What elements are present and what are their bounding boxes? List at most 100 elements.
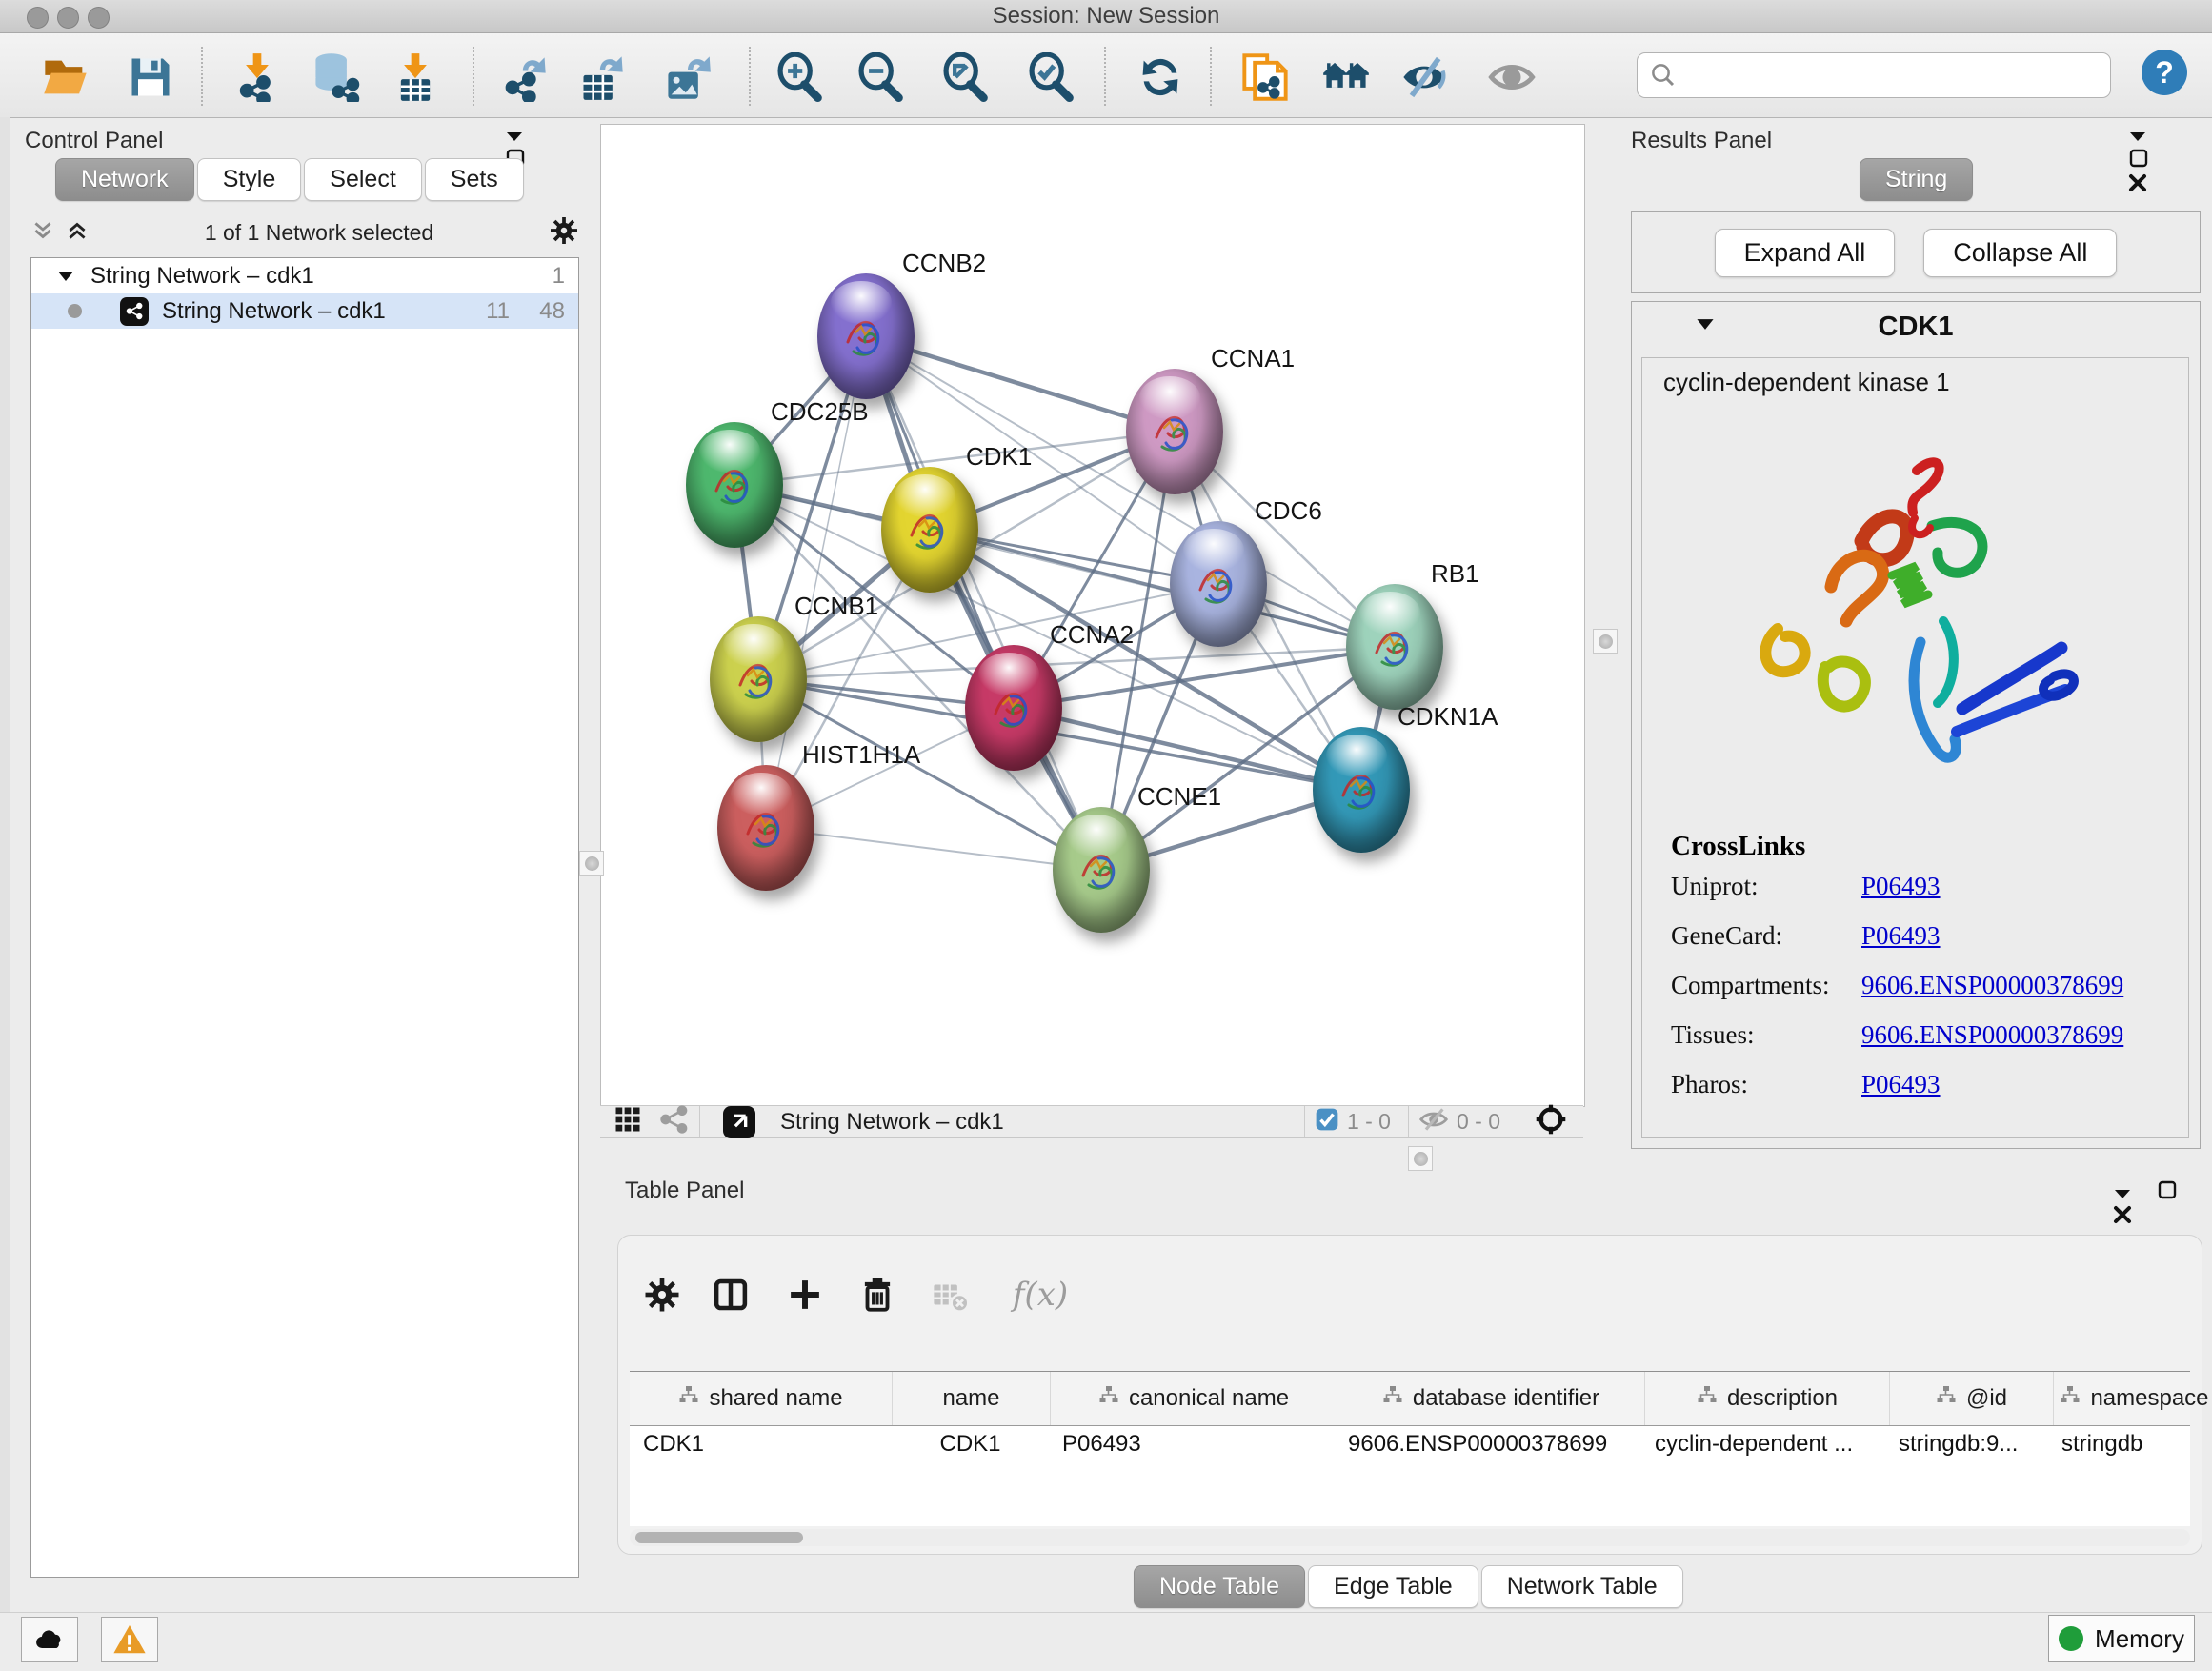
east-splitter-handle[interactable] xyxy=(1593,629,1618,654)
collapse-all-tree-icon[interactable] xyxy=(30,218,55,248)
expand-all-tree-icon[interactable] xyxy=(65,218,90,248)
delete-column-icon[interactable] xyxy=(853,1270,902,1319)
tab-network-table[interactable]: Network Table xyxy=(1481,1565,1683,1608)
network-share-icon[interactable] xyxy=(659,1104,690,1139)
open-file-icon[interactable] xyxy=(39,50,92,104)
birds-eye-grid-icon[interactable] xyxy=(613,1105,642,1138)
panel-menu-icon[interactable] xyxy=(2128,130,2147,148)
crosslink-link[interactable]: P06493 xyxy=(1861,1070,1941,1099)
refresh-icon[interactable] xyxy=(1134,50,1187,104)
column-header-description[interactable]: description xyxy=(1645,1372,1890,1425)
import-table-icon[interactable] xyxy=(389,50,442,104)
cloud-status-icon[interactable] xyxy=(21,1617,78,1662)
network-node-CCNB1[interactable] xyxy=(710,616,807,742)
table-cell[interactable]: stringdb:9... xyxy=(1885,1426,2048,1464)
import-network-icon[interactable] xyxy=(231,50,284,104)
expand-all-button[interactable]: Expand All xyxy=(1715,229,1896,277)
export-network-icon[interactable] xyxy=(498,50,552,104)
create-column-icon[interactable] xyxy=(780,1270,830,1319)
close-panel-icon[interactable] xyxy=(2128,173,2147,197)
selected-checkbox[interactable] xyxy=(1315,1107,1339,1137)
network-row-selected[interactable]: String Network – cdk1 11 48 xyxy=(31,293,578,329)
zoom-in-icon[interactable] xyxy=(773,50,826,104)
clone-network-icon[interactable] xyxy=(1238,50,1292,104)
table-horizontal-scrollbar[interactable] xyxy=(630,1529,2190,1546)
network-node-CDC6[interactable] xyxy=(1170,521,1267,647)
float-panel-icon[interactable] xyxy=(2157,1179,2178,1205)
tab-node-table[interactable]: Node Table xyxy=(1134,1565,1305,1608)
tab-string[interactable]: String xyxy=(1860,158,1973,201)
network-node-CDKN1A[interactable] xyxy=(1313,727,1410,853)
west-splitter-handle[interactable] xyxy=(579,851,604,876)
zoom-selected-icon[interactable] xyxy=(1024,50,1077,104)
column-header-shared-name[interactable]: shared name xyxy=(630,1372,893,1425)
network-node-CDC25B[interactable] xyxy=(686,422,783,548)
control-panel-tabs: NetworkStyleSelectSets xyxy=(55,158,527,201)
zoom-fit-icon[interactable] xyxy=(938,50,992,104)
tab-style[interactable]: Style xyxy=(197,158,302,201)
crosslink-link[interactable]: 9606.ENSP00000378699 xyxy=(1861,1020,2123,1050)
table-gear-icon[interactable] xyxy=(637,1270,687,1319)
zoom-out-icon[interactable] xyxy=(854,50,907,104)
search-box[interactable] xyxy=(1637,52,2111,98)
collapse-all-button[interactable]: Collapse All xyxy=(1923,229,2117,277)
table-cell[interactable]: stringdb xyxy=(2048,1426,2209,1464)
export-table-icon[interactable] xyxy=(575,50,629,104)
table-row[interactable]: CDK1CDK1P064939606.ENSP00000378699cyclin… xyxy=(630,1426,2190,1464)
function-builder-icon[interactable]: f(x) xyxy=(997,1270,1083,1319)
table-cell[interactable]: CDK1 xyxy=(630,1426,892,1464)
crosslink-link[interactable]: 9606.ENSP00000378699 xyxy=(1861,971,2123,1000)
panel-menu-icon[interactable] xyxy=(505,130,524,148)
results-panel-title: Results Panel xyxy=(1631,128,1772,153)
network-node-CCNA2[interactable] xyxy=(965,645,1062,771)
column-header-database-identifier[interactable]: database identifier xyxy=(1337,1372,1645,1425)
show-all-icon[interactable] xyxy=(1485,50,1538,104)
network-options-gear-icon[interactable] xyxy=(549,215,579,251)
scrollbar-thumb[interactable] xyxy=(635,1532,803,1543)
network-node-CCNB2[interactable] xyxy=(817,273,915,399)
home-icon[interactable] xyxy=(1319,50,1373,104)
current-network-dot-icon xyxy=(68,304,82,318)
crosslink-link[interactable]: P06493 xyxy=(1861,921,1941,951)
column-header-@id[interactable]: @id xyxy=(1890,1372,2054,1425)
help-icon[interactable]: ? xyxy=(2142,50,2187,95)
float-panel-icon[interactable] xyxy=(2128,148,2149,173)
network-collection-row[interactable]: String Network – cdk1 1 xyxy=(31,258,578,293)
save-session-icon[interactable] xyxy=(124,50,177,104)
table-cell[interactable]: CDK1 xyxy=(892,1426,1049,1464)
collection-expand-icon[interactable] xyxy=(56,263,75,290)
network-node-CCNE1[interactable] xyxy=(1053,807,1150,933)
crosslink-label: GeneCard: xyxy=(1671,921,1861,951)
fit-selected-crosshair-icon[interactable] xyxy=(1534,1102,1568,1141)
tab-edge-table[interactable]: Edge Table xyxy=(1308,1565,1478,1608)
export-image-icon[interactable] xyxy=(661,50,714,104)
show-columns-icon[interactable] xyxy=(706,1270,755,1319)
table-cell[interactable]: P06493 xyxy=(1049,1426,1335,1464)
network-node-RB1[interactable] xyxy=(1346,584,1443,710)
hidden-eye-icon[interactable] xyxy=(1418,1104,1449,1139)
import-network-from-database-icon[interactable] xyxy=(309,50,362,104)
network-node-CDK1[interactable] xyxy=(881,467,978,593)
column-header-name[interactable]: name xyxy=(893,1372,1051,1425)
hide-selected-icon[interactable] xyxy=(1398,50,1451,104)
memory-button[interactable]: Memory xyxy=(2048,1615,2195,1662)
crosslink-link[interactable]: P06493 xyxy=(1861,872,1941,901)
column-header-canonical-name[interactable]: canonical name xyxy=(1051,1372,1337,1425)
search-input[interactable] xyxy=(1685,55,2110,95)
network-node-CCNA1[interactable] xyxy=(1126,369,1223,494)
open-in-window-icon[interactable] xyxy=(723,1106,755,1138)
network-canvas[interactable]: CCNB2CCNA1CDC25BCDK1CDC6RB1CCNB1CCNA2CDK… xyxy=(600,124,1585,1107)
delete-table-icon[interactable] xyxy=(925,1270,975,1319)
tab-sets[interactable]: Sets xyxy=(425,158,524,201)
tab-network[interactable]: Network xyxy=(55,158,194,201)
toolbar-separator xyxy=(1210,47,1212,106)
close-panel-icon[interactable] xyxy=(2113,1205,2132,1229)
column-header-namespace[interactable]: namespace xyxy=(2054,1372,2212,1425)
network-node-HIST1H1A[interactable] xyxy=(717,765,814,891)
panel-menu-icon[interactable] xyxy=(2113,1187,2132,1205)
table-cell[interactable]: cyclin-dependent ... xyxy=(1641,1426,1885,1464)
node-gloss xyxy=(1139,376,1199,419)
warning-icon[interactable] xyxy=(101,1617,158,1662)
tab-select[interactable]: Select xyxy=(304,158,421,201)
table-cell[interactable]: 9606.ENSP00000378699 xyxy=(1335,1426,1641,1464)
